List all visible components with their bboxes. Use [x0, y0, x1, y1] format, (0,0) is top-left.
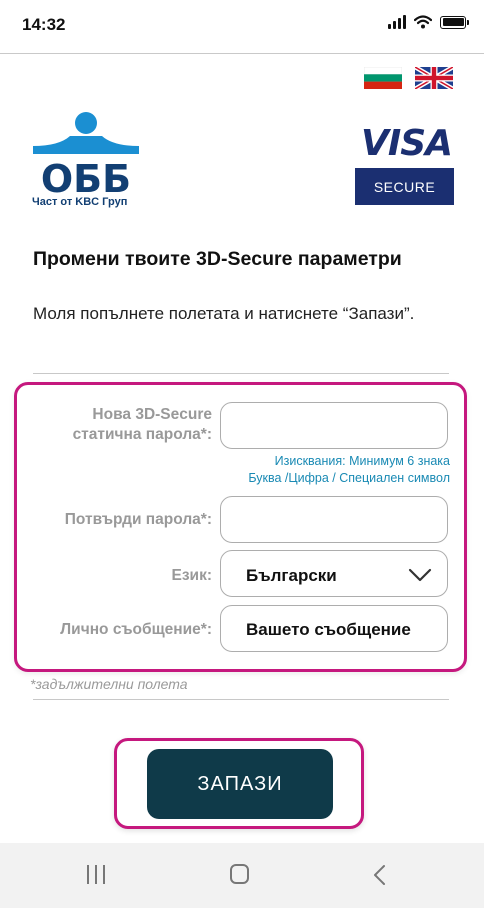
- visa-secure-badge: SECURE: [355, 168, 454, 205]
- page-title: Промени твоите 3D-Secure параметри: [33, 248, 402, 270]
- svg-text:ОББ: ОББ: [41, 157, 131, 201]
- save-button[interactable]: ЗАПАЗИ: [147, 749, 333, 819]
- personal-message-value: Вашето съобщение: [246, 620, 411, 639]
- wifi-icon: [414, 15, 432, 29]
- recent-apps-icon[interactable]: [87, 865, 105, 884]
- status-bar: 14:32: [0, 0, 484, 54]
- visa-secure-logo: VISA SECURE: [354, 126, 454, 206]
- status-icons: [388, 15, 469, 29]
- home-icon[interactable]: [230, 864, 249, 884]
- back-icon[interactable]: [372, 864, 386, 886]
- confirm-password-label: Потвърди парола*:: [64, 511, 212, 528]
- new-password-input[interactable]: [220, 402, 448, 449]
- status-time: 14:32: [22, 15, 66, 34]
- instructions-text: Моля попълнете полетата и натиснете “Зап…: [33, 304, 415, 323]
- required-fields-note: *задължителни полета: [30, 676, 188, 692]
- divider: [33, 373, 449, 374]
- visa-wordmark: VISA: [360, 123, 453, 164]
- password-requirements-hint-line2: Буква /Цифра / Специален символ: [248, 471, 450, 485]
- language-select-value: Български: [246, 566, 337, 585]
- uk-flag-icon[interactable]: [415, 67, 453, 89]
- cellular-signal-icon: [388, 15, 406, 29]
- obb-tagline: Част от KBC Груп: [32, 196, 128, 208]
- new-password-label-line1: Нова 3D-Secure: [92, 406, 212, 423]
- bulgarian-flag-icon[interactable]: [364, 67, 402, 89]
- personal-message-label: Лично съобщение*:: [60, 621, 212, 638]
- language-label: Език:: [171, 567, 213, 584]
- divider: [33, 699, 449, 700]
- battery-icon: [440, 15, 469, 29]
- chevron-down-icon: [408, 568, 432, 582]
- new-password-label-line2: статична парола*:: [72, 426, 212, 443]
- password-requirements-hint: Изисквания: Минимум 6 знака: [274, 454, 450, 468]
- confirm-password-input[interactable]: [220, 496, 448, 543]
